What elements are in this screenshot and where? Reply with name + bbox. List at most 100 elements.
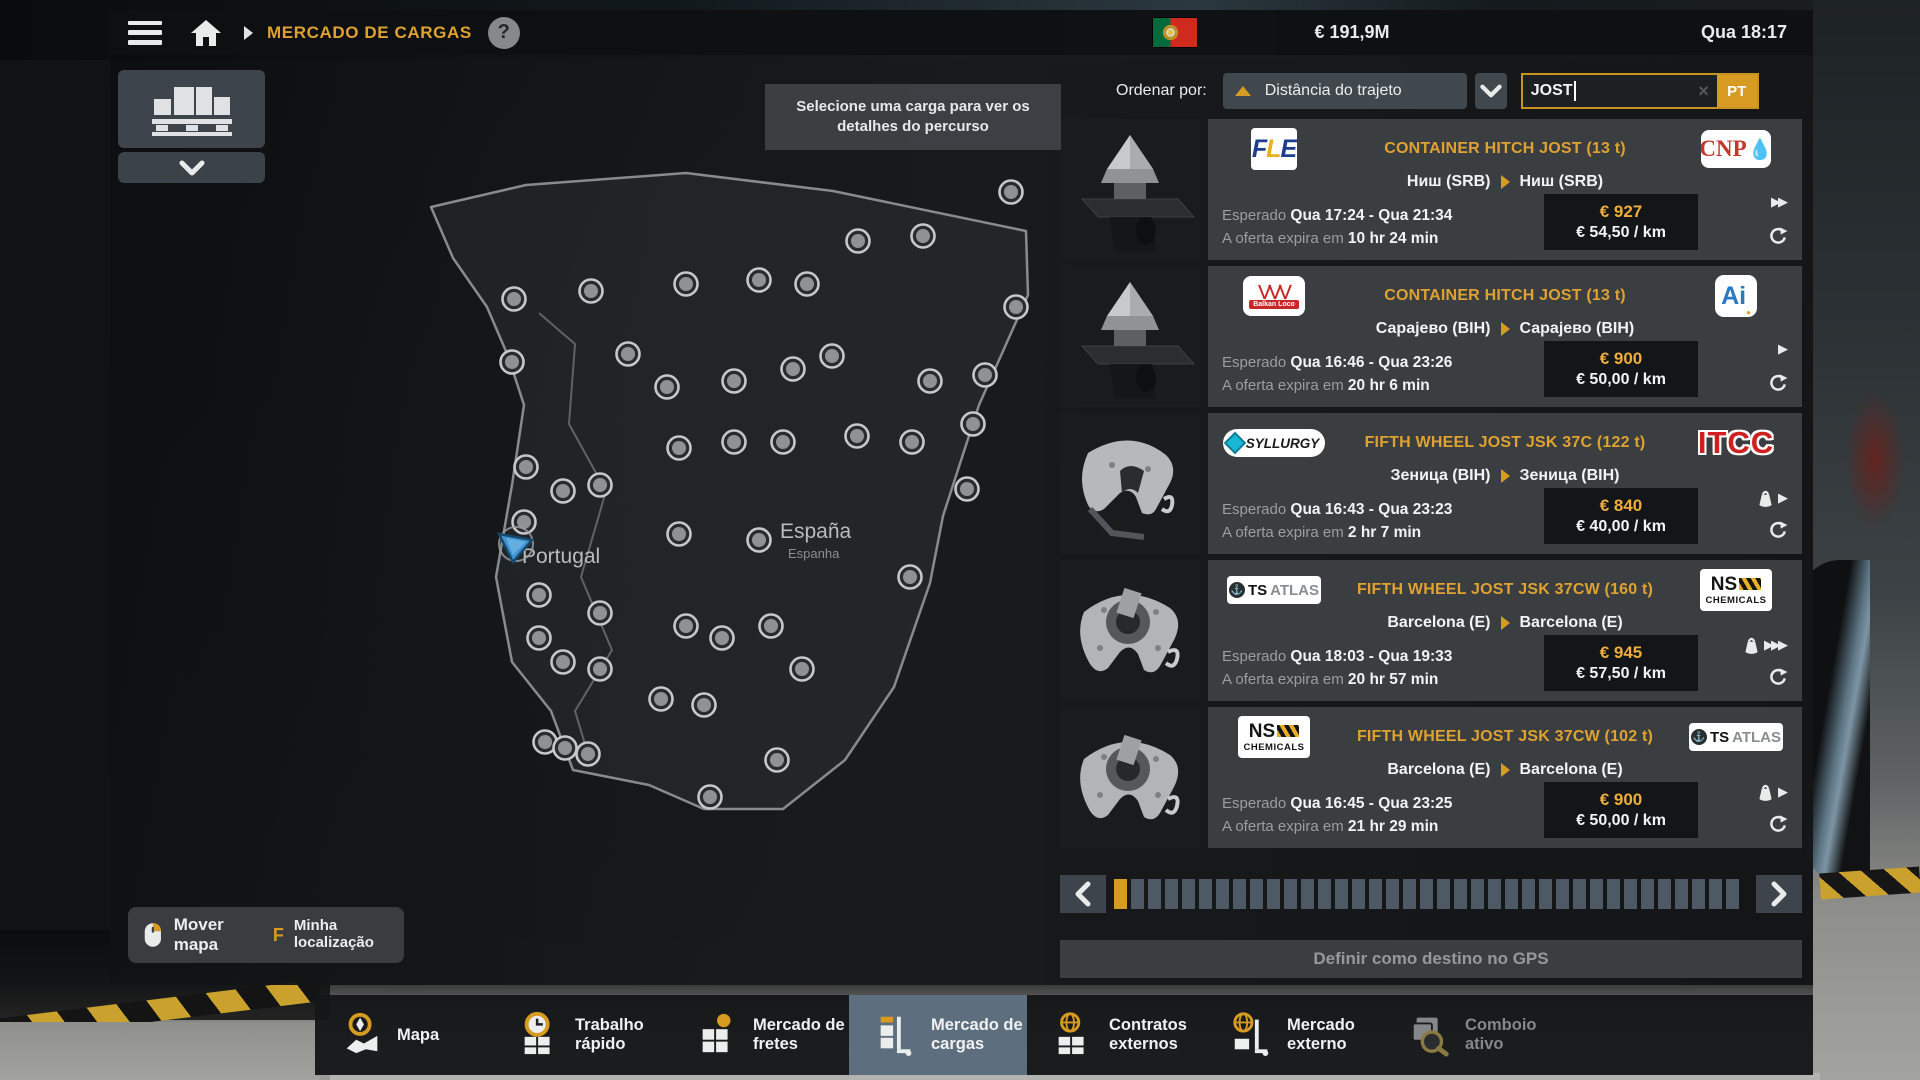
city-dot[interactable]	[552, 651, 575, 674]
city-dot[interactable]	[668, 437, 691, 460]
city-dot[interactable]	[723, 431, 746, 454]
cargo-card[interactable]: SYLLURGY FIFTH WHEEL JOST JSK 37C (122 t…	[1060, 413, 1802, 554]
city-dot[interactable]	[589, 658, 612, 681]
page-segment[interactable]	[1505, 879, 1518, 909]
city-dot[interactable]	[650, 688, 673, 711]
menu-button[interactable]	[128, 21, 162, 45]
page-segment[interactable]	[1590, 879, 1603, 909]
cargo-card[interactable]: ⋁⋁⋁Balkan Loco CONTAINER HITCH JOST (13 …	[1060, 266, 1802, 407]
page-segment[interactable]	[1165, 879, 1178, 909]
city-dot[interactable]	[515, 456, 538, 479]
page-segment[interactable]	[1522, 879, 1535, 909]
gps-button[interactable]: Definir como destino no GPS	[1060, 940, 1802, 978]
city-dot[interactable]	[919, 370, 942, 393]
nav-item-quickjob[interactable]: Trabalho rápido	[493, 995, 671, 1075]
city-dot[interactable]	[554, 737, 577, 760]
sort-dropdown[interactable]: Distância do trajeto	[1223, 73, 1467, 109]
page-segment[interactable]	[1437, 879, 1450, 909]
page-prev-button[interactable]	[1060, 875, 1106, 913]
language-button[interactable]: PT	[1717, 75, 1757, 107]
city-dot[interactable]	[723, 370, 746, 393]
page-segment[interactable]	[1148, 879, 1161, 909]
city-dot[interactable]	[1005, 296, 1028, 319]
sort-collapse-button[interactable]	[1475, 73, 1507, 109]
help-button[interactable]: ?	[488, 17, 520, 49]
city-dot[interactable]	[772, 431, 795, 454]
city-dot[interactable]	[577, 743, 600, 766]
nav-item-map[interactable]: Mapa	[315, 995, 493, 1075]
city-dot[interactable]	[699, 786, 722, 809]
city-dot[interactable]	[528, 627, 551, 650]
city-dot[interactable]	[782, 358, 805, 381]
page-segment[interactable]	[1250, 879, 1263, 909]
page-segment[interactable]	[1403, 879, 1416, 909]
page-segment[interactable]	[1182, 879, 1195, 909]
city-dot[interactable]	[675, 273, 698, 296]
city-dot[interactable]	[912, 225, 935, 248]
city-dot[interactable]	[693, 694, 716, 717]
city-dot[interactable]	[962, 413, 985, 436]
city-dot[interactable]	[617, 343, 640, 366]
city-dot[interactable]	[821, 345, 844, 368]
page-segment[interactable]	[1624, 879, 1637, 909]
page-segment[interactable]	[1199, 879, 1212, 909]
page-segment[interactable]	[1658, 879, 1671, 909]
city-dot[interactable]	[552, 480, 575, 503]
page-segment[interactable]	[1556, 879, 1569, 909]
cargo-card[interactable]: FLE CONTAINER HITCH JOST (13 t) CNP💧 Ниш…	[1060, 119, 1802, 260]
city-dot[interactable]	[528, 584, 551, 607]
page-segment[interactable]	[1335, 879, 1348, 909]
city-dot[interactable]	[974, 364, 997, 387]
city-dot[interactable]	[899, 566, 922, 589]
page-segment[interactable]	[1216, 879, 1229, 909]
map-panel[interactable]: PortugalEspañaEspanha Mover mapa F	[110, 60, 1045, 985]
page-segment[interactable]	[1267, 879, 1280, 909]
page-segment[interactable]	[1675, 879, 1688, 909]
page-segment[interactable]	[1692, 879, 1705, 909]
city-dot[interactable]	[503, 288, 526, 311]
city-dot[interactable]	[580, 280, 603, 303]
page-next-button[interactable]	[1756, 875, 1802, 913]
city-dot[interactable]	[675, 615, 698, 638]
page-segment[interactable]	[1420, 879, 1433, 909]
page-segment[interactable]	[1607, 879, 1620, 909]
cargo-card[interactable]: ⚓TSATLAS FIFTH WHEEL JOST JSK 37CW (160 …	[1060, 560, 1802, 701]
page-segment[interactable]	[1369, 879, 1382, 909]
city-dot[interactable]	[760, 615, 783, 638]
page-segment[interactable]	[1131, 879, 1144, 909]
city-dot[interactable]	[766, 749, 789, 772]
nav-item-extcontracts[interactable]: Contratos externos	[1027, 995, 1205, 1075]
page-segment[interactable]	[1488, 879, 1501, 909]
page-segment[interactable]	[1573, 879, 1586, 909]
page-segment[interactable]	[1352, 879, 1365, 909]
page-segment[interactable]	[1284, 879, 1297, 909]
page-segment[interactable]	[1301, 879, 1314, 909]
page-segment[interactable]	[1454, 879, 1467, 909]
page-segment[interactable]	[1726, 879, 1739, 909]
page-segment[interactable]	[1386, 879, 1399, 909]
city-dot[interactable]	[1000, 181, 1023, 204]
city-dot[interactable]	[711, 627, 734, 650]
home-button[interactable]	[188, 18, 224, 48]
city-dot[interactable]	[847, 230, 870, 253]
city-dot[interactable]	[956, 478, 979, 501]
city-dot[interactable]	[668, 523, 691, 546]
page-track[interactable]	[1114, 875, 1748, 913]
city-dot[interactable]	[589, 602, 612, 625]
city-dot[interactable]	[846, 425, 869, 448]
city-dot[interactable]	[501, 351, 524, 374]
cargo-overview-button[interactable]	[118, 70, 265, 148]
collapse-button[interactable]	[118, 152, 265, 183]
nav-item-freight[interactable]: Mercado de fretes	[671, 995, 849, 1075]
search-field[interactable]: JOST × PT	[1521, 73, 1759, 109]
city-dot[interactable]	[901, 431, 924, 454]
page-segment[interactable]	[1709, 879, 1722, 909]
city-dot[interactable]	[791, 658, 814, 681]
page-segment[interactable]	[1114, 879, 1127, 909]
my-location-label[interactable]: Minha localização	[294, 918, 388, 952]
city-dot[interactable]	[656, 376, 679, 399]
nav-item-cargo[interactable]: Mercado de cargas	[849, 995, 1027, 1075]
search-input[interactable]: JOST ×	[1523, 75, 1717, 107]
city-dot[interactable]	[748, 269, 771, 292]
page-segment[interactable]	[1318, 879, 1331, 909]
